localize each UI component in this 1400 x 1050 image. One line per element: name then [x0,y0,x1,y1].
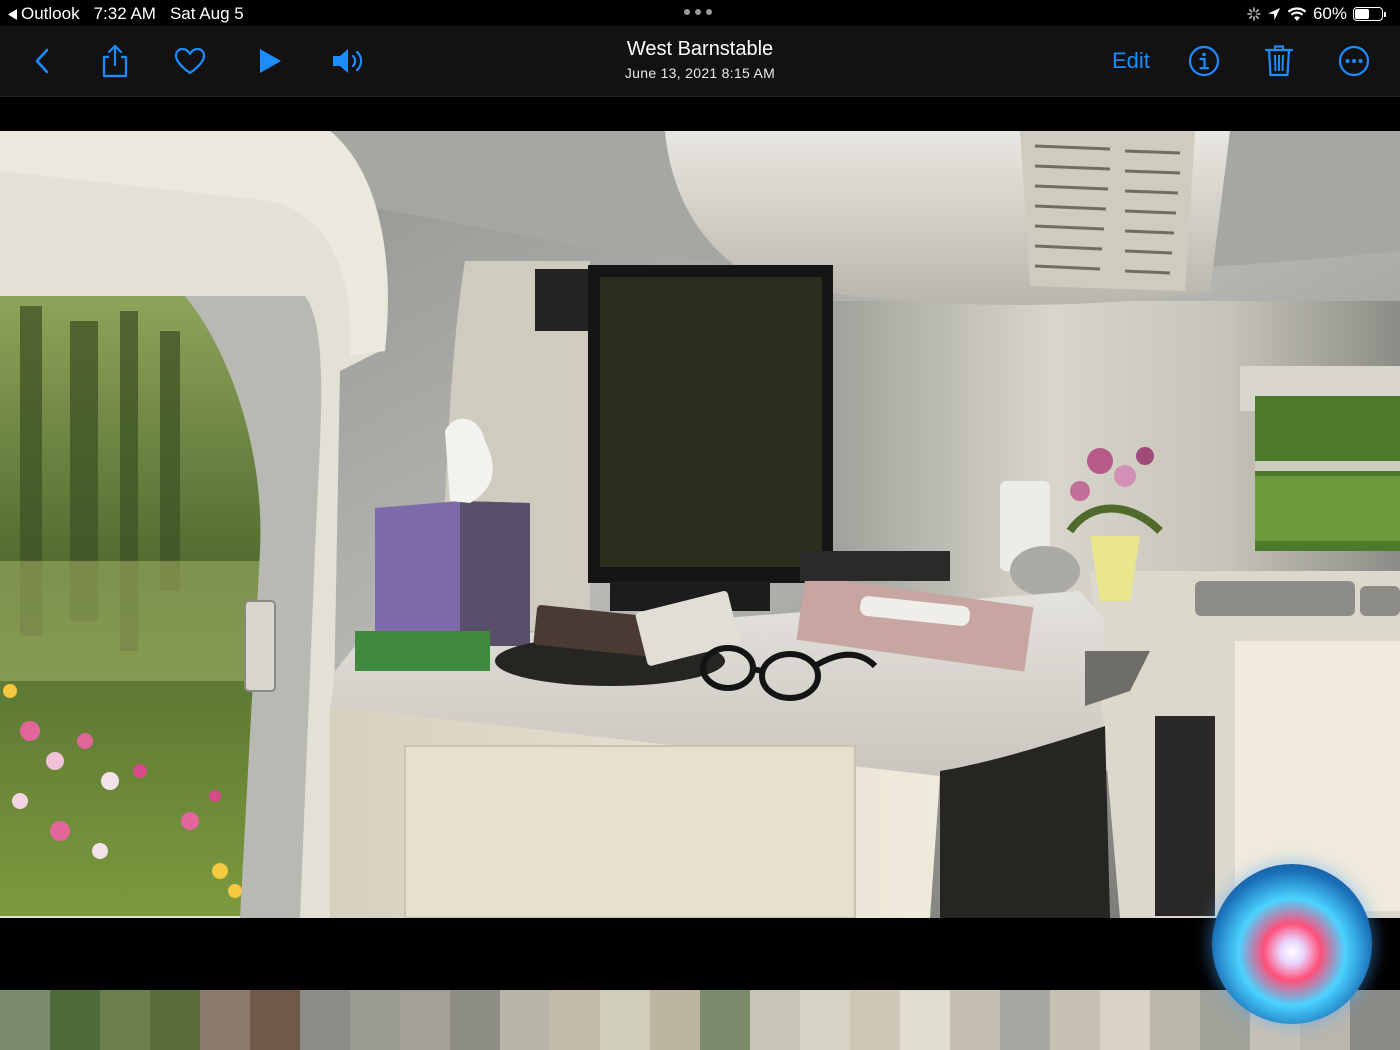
trash-icon [1264,45,1294,77]
info-icon [1188,45,1220,77]
status-bar: Outlook 7:32 AM Sat Aug 5 60% [0,0,1400,26]
share-icon [102,44,128,78]
filmstrip-thumbnail[interactable] [1150,990,1200,1050]
back-icon [35,48,49,74]
wifi-icon [1287,6,1307,21]
filmstrip-thumbnail[interactable] [950,990,1000,1050]
more-icon [1338,45,1370,77]
status-date: Sat Aug 5 [169,4,244,23]
status-left: Outlook 7:32 AM Sat Aug 5 [8,4,244,24]
filmstrip-thumbnail[interactable] [1050,990,1100,1050]
filmstrip-thumbnail[interactable] [400,990,450,1050]
battery-icon [1353,7,1383,21]
photo-title-area: West Barnstable June 13, 2021 8:15 AM [500,38,900,81]
filmstrip-thumbnail[interactable] [500,990,550,1050]
siri-orb-icon[interactable] [1212,864,1372,1024]
heart-icon [174,47,206,75]
edit-button[interactable]: Edit [1112,48,1150,74]
filmstrip-thumbnail[interactable] [450,990,500,1050]
battery-level-fill [1355,9,1369,19]
sound-button[interactable] [330,43,370,79]
back-to-app-link[interactable]: Outlook [8,4,80,24]
filmstrip-thumbnail[interactable] [600,990,650,1050]
filmstrip-thumbnail[interactable] [0,990,50,1050]
filmstrip-thumbnail[interactable] [1000,990,1050,1050]
status-right: 60% [1247,4,1386,24]
filmstrip-thumbnail[interactable] [650,990,700,1050]
tv-monitor [588,265,833,611]
share-button[interactable] [95,43,135,79]
ceiling-vent [1020,131,1195,291]
back-app-label: Outlook [21,4,80,23]
speaker-icon [333,49,363,73]
back-triangle-icon [8,8,17,20]
filmstrip-thumbnail[interactable] [850,990,900,1050]
favorite-button[interactable] [170,43,210,79]
filmstrip-thumbnail[interactable] [100,990,150,1050]
battery-percent: 60% [1312,4,1347,23]
info-button[interactable] [1184,43,1224,79]
photo-toolbar: West Barnstable June 13, 2021 8:15 AM Ed… [0,26,1400,97]
status-time: 7:32 AM [93,4,156,23]
date-subtitle: June 13, 2021 8:15 AM [624,65,776,81]
location-title: West Barnstable [626,38,774,60]
trailer-interior-photo [0,131,1400,918]
photo-image[interactable] [0,131,1400,918]
filmstrip-thumbnail[interactable] [300,990,350,1050]
back-button[interactable] [22,43,62,79]
more-button[interactable] [1334,43,1374,79]
filmstrip-thumbnail[interactable] [1350,990,1400,1050]
battery-cap [1384,11,1386,17]
filmstrip-thumbnail[interactable] [200,990,250,1050]
play-icon [260,49,281,73]
filmstrip-thumbnail[interactable] [150,990,200,1050]
multitasking-dots-icon[interactable] [684,9,712,15]
thumbnail-filmstrip[interactable] [0,990,1400,1050]
activity-spinner-icon [1247,7,1261,21]
filmstrip-thumbnail[interactable] [800,990,850,1050]
filmstrip-thumbnail[interactable] [1100,990,1150,1050]
location-arrow-icon [1267,8,1280,20]
filmstrip-thumbnail[interactable] [700,990,750,1050]
filmstrip-thumbnail[interactable] [250,990,300,1050]
filmstrip-thumbnail[interactable] [900,990,950,1050]
filmstrip-thumbnail[interactable] [350,990,400,1050]
filmstrip-thumbnail[interactable] [750,990,800,1050]
filmstrip-thumbnail[interactable] [550,990,600,1050]
play-button[interactable] [250,43,290,79]
filmstrip-thumbnail[interactable] [50,990,100,1050]
delete-button[interactable] [1259,43,1299,79]
